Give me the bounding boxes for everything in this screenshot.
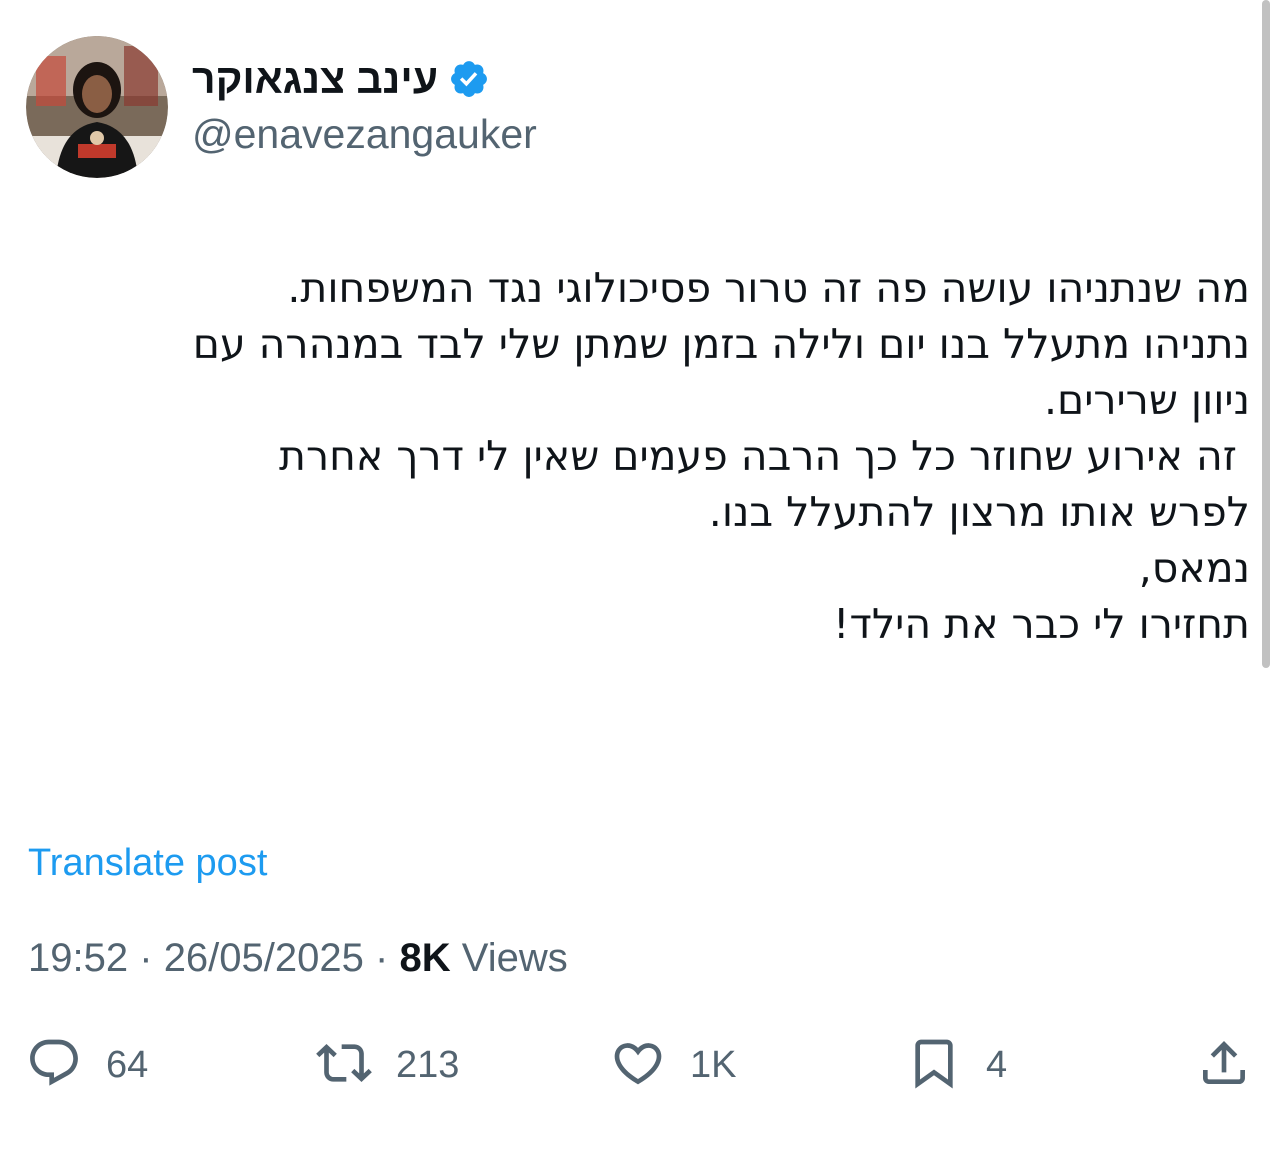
tweet-text: מה שנתניהו עושה פה זה טרור פסיכולוגי נגד… [20, 260, 1250, 652]
reply-count: 64 [106, 1043, 149, 1086]
share-button[interactable] [1196, 1030, 1252, 1100]
views-label: Views [461, 936, 568, 980]
tweet-line: ניוון שרירים. [1043, 376, 1250, 424]
tweet-line: נתניהו מתעלל בנו יום ולילה בזמן שמתן שלי… [192, 320, 1250, 368]
bookmark-button[interactable]: 4 [906, 1030, 1007, 1100]
meta-separator: · [139, 936, 153, 980]
author-name-row: עינב צנגאוקר [192, 56, 537, 102]
tweet-metadata: 19:52 · 26/05/2025 · 8K Views [28, 936, 568, 981]
tweet-line: לפרש אותו מרצון להתעלל בנו. [708, 488, 1250, 536]
reply-button[interactable]: 64 [26, 1030, 148, 1100]
author-info: עינב צנגאוקר @enavezangauker [192, 56, 537, 157]
like-count: 1K [690, 1043, 737, 1086]
bookmark-count: 4 [986, 1043, 1008, 1086]
tweet-line: זה אירוע שחוזר כל כך הרבה פעמים שאין לי … [279, 432, 1250, 480]
repost-button[interactable]: 213 [316, 1030, 459, 1100]
author-handle[interactable]: @enavezangauker [192, 111, 537, 157]
tweet-line: מה שנתניהו עושה פה זה טרור פסיכולוגי נגד… [287, 264, 1250, 312]
translate-post-link[interactable]: Translate post [28, 842, 267, 885]
tweet-actions-bar: 64 213 1K 4 [26, 1030, 1254, 1100]
meta-separator: · [375, 936, 389, 980]
avatar-image [26, 36, 168, 178]
avatar[interactable] [26, 36, 168, 178]
heart-icon [610, 1035, 666, 1096]
repost-icon [316, 1035, 372, 1096]
tweet-header: עינב צנגאוקר @enavezangauker [26, 36, 537, 178]
tweet-time[interactable]: 19:52 [28, 936, 128, 980]
bookmark-icon [906, 1035, 962, 1096]
reply-icon [26, 1035, 82, 1096]
share-icon [1196, 1035, 1252, 1096]
verified-badge-icon[interactable] [448, 58, 490, 100]
like-button[interactable]: 1K [610, 1030, 736, 1100]
scrollbar[interactable] [1262, 0, 1270, 668]
repost-count: 213 [396, 1043, 460, 1086]
tweet-date[interactable]: 26/05/2025 [164, 936, 364, 980]
views-count: 8K [399, 936, 451, 980]
author-display-name[interactable]: עינב צנגאוקר [192, 56, 438, 102]
tweet-line: תחזירו לי כבר את הילד! [833, 600, 1250, 648]
tweet-line: נמאס, [1138, 544, 1250, 592]
